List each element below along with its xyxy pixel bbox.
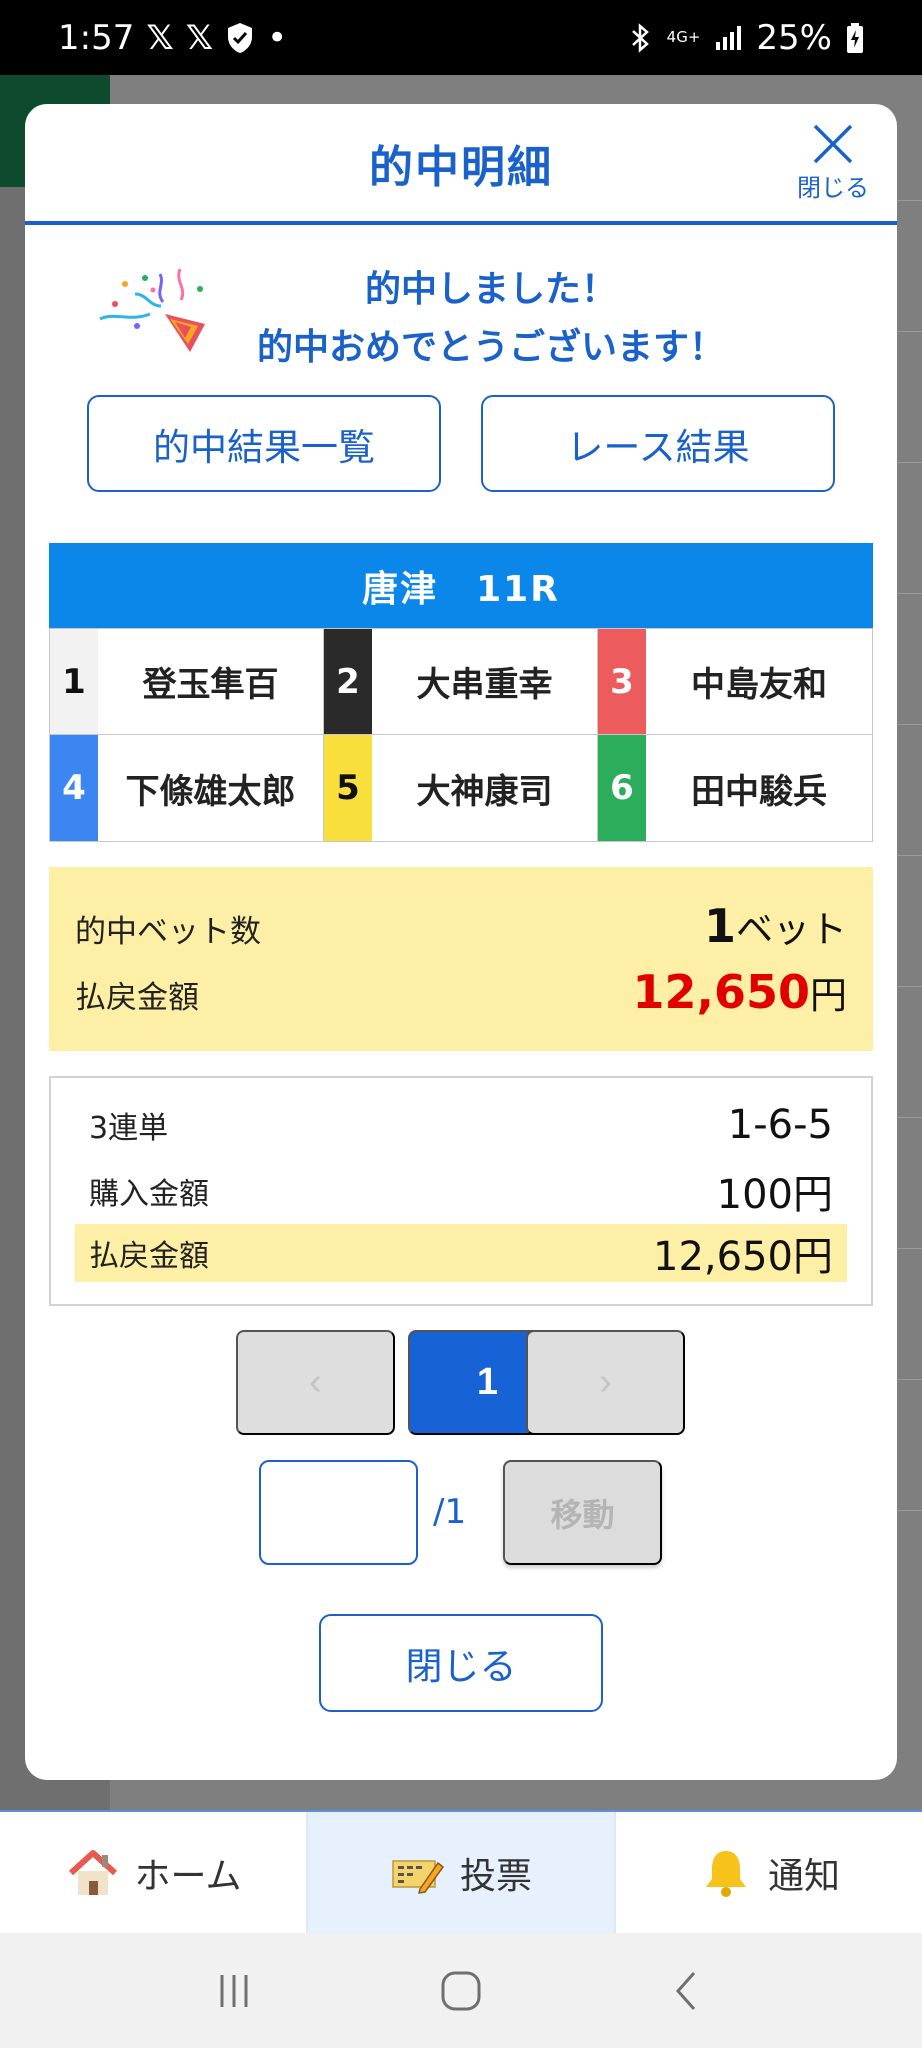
page-total: /1 <box>433 1492 467 1532</box>
detail-payout-label: 払戻金額 <box>89 1239 209 1274</box>
racer-name: 中島友和 <box>691 665 827 705</box>
home-circle-icon[interactable] <box>439 1969 483 2013</box>
network-type: 4G+ <box>666 28 701 46</box>
bets-unit: ベット <box>736 908 847 951</box>
payout-value: 12,650円 <box>632 965 847 1019</box>
payout-unit: 円 <box>810 974 847 1017</box>
racer-name: 大串重幸 <box>416 665 553 705</box>
bets-row: 的中ベット数 1ベット <box>75 899 847 953</box>
signal-icon <box>716 25 742 50</box>
prev-page-button[interactable]: ‹ <box>236 1330 395 1435</box>
racer-number: 5 <box>324 735 372 841</box>
bottom-nav: ホーム 投票 通知 <box>0 1810 922 1933</box>
nav-home-label: ホーム <box>134 1855 242 1897</box>
bell-icon <box>705 1850 746 1897</box>
racer-name: 下條雄太郎 <box>125 771 296 812</box>
bets-label: 的中ベット数 <box>75 914 261 950</box>
purchase-amount: 100円 <box>716 1172 833 1218</box>
racer-number: 3 <box>598 629 646 734</box>
nav-notify[interactable]: 通知 <box>614 1812 922 1933</box>
racer-grid: 1 登玉隼百 2 大串重幸 3 中島友和 4 下條雄太郎 5 大神康司 6 田中駿兵 <box>49 628 873 842</box>
background-list <box>894 200 922 1800</box>
race-result-button[interactable]: レース結果 <box>481 395 835 492</box>
racer-number: 4 <box>50 735 98 841</box>
header-close-button[interactable]: 閉じる <box>791 122 875 206</box>
modal-header: 的中明細 閉じる <box>25 104 897 225</box>
screen: 1:57 𝕏 𝕏 • 4G+ 25% 的中明細 閉じる 的中しました！ 的中おめ… <box>0 0 922 2048</box>
shield-check-icon <box>228 22 253 53</box>
hit-summary: 的中ベット数 1ベット 払戻金額 12,650円 <box>49 867 873 1051</box>
congrats-line-2: 的中おめでとうございます！ <box>256 327 725 368</box>
racer-cell: 4 下條雄太郎 <box>50 735 324 841</box>
x-app-icon: 𝕏 <box>185 17 214 58</box>
back-icon[interactable] <box>666 1969 710 2013</box>
racer-number: 1 <box>50 629 98 734</box>
racer-cell: 3 中島友和 <box>598 629 872 735</box>
nav-notify-label: 通知 <box>767 1855 840 1897</box>
hit-detail-modal: 的中明細 閉じる 的中しました！ 的中おめでとうございます！ 的中結果一覧 レー… <box>25 104 897 1780</box>
battery-charging-icon <box>847 22 863 53</box>
payout-label: 払戻金額 <box>75 980 199 1016</box>
racer-name: 大神康司 <box>416 771 553 812</box>
modal-title: 的中明細 <box>369 141 553 193</box>
payout-row: 払戻金額 12,650円 <box>75 965 847 1019</box>
purchase-row: 購入金額 100円 <box>75 1162 847 1220</box>
nav-home[interactable]: ホーム <box>0 1812 306 1933</box>
move-button[interactable]: 移動 <box>503 1460 662 1565</box>
race-title: 唐津 11R <box>49 543 873 628</box>
house-icon <box>68 1849 117 1895</box>
racer-number: 2 <box>324 629 372 734</box>
detail-payout-row: 払戻金額 12,650円 <box>75 1224 847 1282</box>
racer-cell: 6 田中駿兵 <box>598 735 872 841</box>
racer-cell: 1 登玉隼百 <box>50 629 324 735</box>
ticket-pencil-icon <box>392 1859 445 1894</box>
bluetooth-icon <box>631 22 649 53</box>
system-nav-bar <box>0 1933 922 2048</box>
close-button[interactable]: 閉じる <box>319 1614 603 1712</box>
purchase-label: 購入金額 <box>89 1177 209 1212</box>
racer-cell: 5 大神康司 <box>324 735 598 841</box>
bet-combination: 1-6-5 <box>727 1102 833 1148</box>
notification-dot: • <box>267 17 288 58</box>
payout-amount: 12,650 <box>632 965 810 1019</box>
battery-percent: 25% <box>756 17 832 58</box>
racer-name: 登玉隼百 <box>142 665 279 705</box>
congrats-message: 的中しました！ 的中おめでとうございます！ <box>25 244 897 368</box>
next-page-button[interactable]: › <box>526 1330 685 1435</box>
page-number-input[interactable] <box>259 1460 418 1565</box>
x-app-icon: 𝕏 <box>146 17 174 58</box>
nav-vote[interactable]: 投票 <box>306 1812 614 1933</box>
bets-value: 1ベット <box>704 899 847 953</box>
racer-cell: 2 大串重幸 <box>324 629 598 735</box>
congrats-line-1: 的中しました！ <box>364 269 617 310</box>
racer-name: 田中駿兵 <box>691 771 827 812</box>
bets-count: 1 <box>703 899 736 953</box>
hit-results-list-button[interactable]: 的中結果一覧 <box>87 395 441 492</box>
bet-detail: 3連単 1-6-5 購入金額 100円 払戻金額 12,650円 <box>49 1076 873 1306</box>
detail-payout-amount: 12,650円 <box>653 1234 833 1280</box>
close-icon <box>813 124 853 164</box>
status-time: 1:57 <box>58 17 135 58</box>
recent-apps-icon[interactable] <box>212 1969 256 2013</box>
nav-vote-label: 投票 <box>459 1855 532 1897</box>
bet-type-row: 3連単 1-6-5 <box>75 1096 847 1154</box>
header-close-label: 閉じる <box>797 174 869 202</box>
bet-type-label: 3連単 <box>89 1111 169 1146</box>
racer-number: 6 <box>598 735 646 841</box>
status-bar: 1:57 𝕏 𝕏 • 4G+ 25% <box>0 0 922 75</box>
